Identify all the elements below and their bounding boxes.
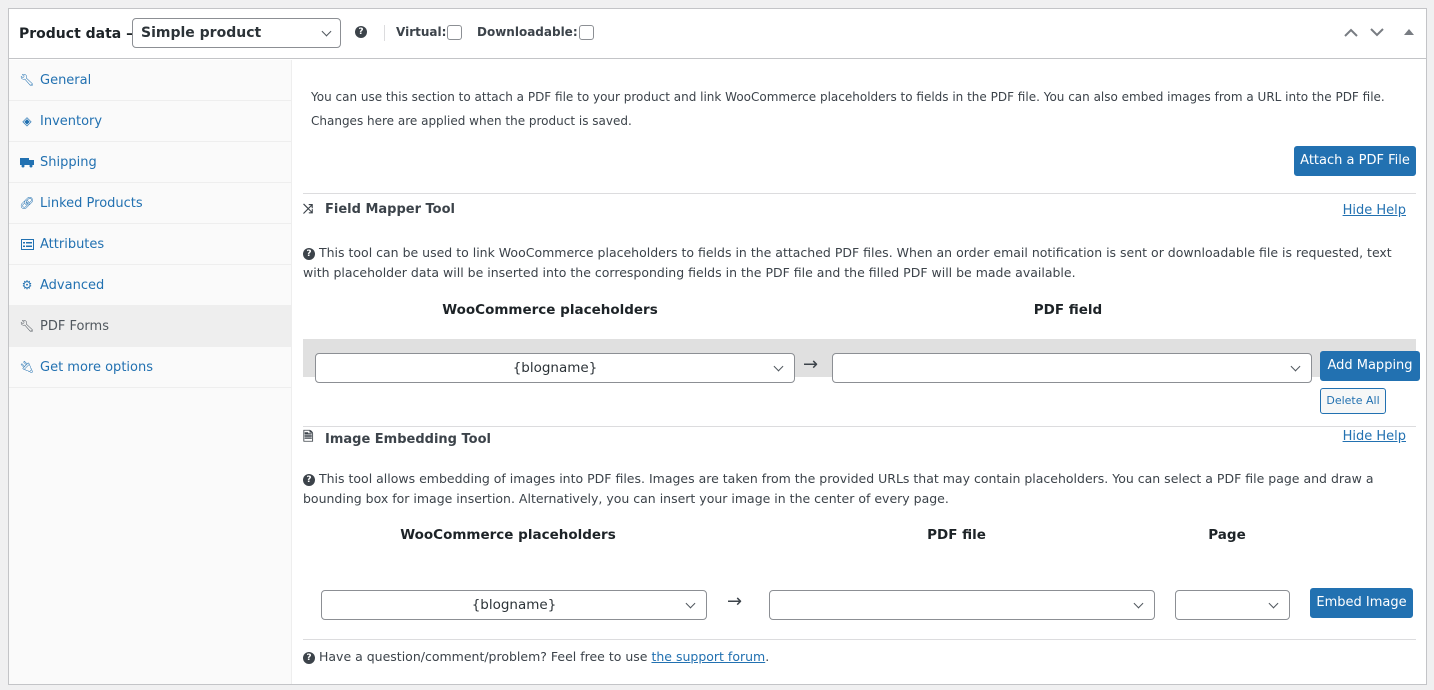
sidebar-item-label: Inventory	[40, 113, 103, 129]
product-type-value: Simple product	[141, 25, 262, 41]
sidebar-item-label: Advanced	[40, 277, 105, 293]
wrench-icon: 🔧︎	[19, 73, 35, 87]
delete-all-button[interactable]: Delete All	[1320, 388, 1386, 414]
col-header-pdf-file: PDF file	[927, 527, 986, 543]
product-data-panel: Product data — Simple product ? Virtual:…	[8, 8, 1427, 685]
truck-icon	[20, 155, 34, 169]
sidebar-item-label: Get more options	[40, 359, 153, 375]
product-data-tabs: 🔧︎ General ◈ Inventory Shipping 🔗︎ Linke…	[9, 60, 292, 684]
chevron-down-icon	[773, 361, 784, 372]
downloadable-option: Downloadable:	[477, 25, 594, 40]
document-icon: 🗎︎	[303, 430, 314, 445]
sidebar-item-label: Attributes	[40, 236, 105, 252]
page-select[interactable]	[1175, 590, 1290, 620]
move-down-icon[interactable]	[1370, 27, 1384, 37]
chevron-down-icon	[321, 26, 332, 37]
sidebar-item-label: PDF Forms	[40, 318, 109, 334]
hide-help-link[interactable]: Hide Help	[1343, 203, 1406, 218]
question-circle-icon: ?	[303, 473, 315, 486]
add-mapping-button[interactable]: Add Mapping	[1320, 351, 1420, 381]
sidebar-item-label: Shipping	[40, 154, 97, 170]
wrench-icon: 🔧︎	[19, 319, 35, 333]
chevron-down-icon	[685, 598, 696, 609]
move-up-icon[interactable]	[1344, 27, 1358, 37]
panel-header: Product data — Simple product ? Virtual:…	[9, 9, 1426, 59]
arrow-right-icon: →	[803, 354, 819, 375]
link-icon: 🔗︎	[19, 196, 35, 210]
divider	[384, 25, 385, 41]
list-icon	[20, 237, 34, 251]
help-text: This tool can be used to link WooCommerc…	[303, 245, 1392, 280]
question-circle-icon: ?	[303, 651, 315, 664]
sidebar-item-general[interactable]: 🔧︎ General	[9, 60, 291, 101]
pdf-file-select[interactable]	[769, 590, 1155, 620]
footer-end: .	[765, 649, 770, 664]
field-mapper-help: ? This tool can be used to link WooComme…	[303, 243, 1413, 283]
section-title-text: Image Embedding Tool	[325, 431, 491, 447]
select-value: {blogname}	[471, 597, 557, 613]
divider	[303, 426, 1416, 427]
virtual-checkbox[interactable]	[447, 25, 463, 40]
question-circle-icon: ?	[303, 247, 315, 260]
col-header-pdf-field: PDF field	[1033, 302, 1103, 318]
sidebar-item-pdf-forms[interactable]: 🔧︎ PDF Forms	[9, 306, 291, 347]
panel-title: Product data —	[19, 25, 141, 42]
col-header-page: Page	[1208, 527, 1246, 543]
sidebar-item-label: General	[40, 72, 92, 88]
placeholder-select[interactable]: {blogname}	[315, 353, 795, 383]
footer-text: Have a question/comment/problem? Feel fr…	[318, 649, 652, 664]
help-text: This tool allows embedding of images int…	[303, 471, 1374, 506]
image-embed-title: 🗎︎ Image Embedding Tool	[303, 428, 491, 450]
sidebar-item-inventory[interactable]: ◈ Inventory	[9, 101, 291, 142]
image-embed-help: ? This tool allows embedding of images i…	[303, 469, 1413, 509]
sidebar-item-shipping[interactable]: Shipping	[9, 142, 291, 183]
chevron-down-icon	[1290, 361, 1301, 372]
toggle-panel-icon[interactable]	[1404, 27, 1414, 37]
field-mapper-title: ⤨ Field Mapper Tool	[303, 202, 455, 217]
embed-image-button[interactable]: Embed Image	[1310, 588, 1413, 618]
hide-help-link[interactable]: Hide Help	[1343, 429, 1406, 444]
sidebar-item-label: Linked Products	[40, 195, 143, 211]
support-footer: ? Have a question/comment/problem? Feel …	[303, 649, 769, 664]
downloadable-label: Downloadable:	[477, 25, 578, 39]
gear-icon: ⚙	[21, 278, 33, 292]
pdf-forms-panel: You can use this section to attach a PDF…	[293, 60, 1426, 684]
sidebar-item-advanced[interactable]: ⚙ Advanced	[9, 265, 291, 306]
product-type-select[interactable]: Simple product	[132, 18, 341, 48]
plugin-icon: 🔌︎	[19, 360, 35, 374]
col-header-placeholders: WooCommerce placeholders	[400, 527, 616, 543]
image-placeholder-select[interactable]: {blogname}	[321, 590, 707, 620]
arrow-right-icon: →	[727, 591, 743, 612]
sidebar-item-linked-products[interactable]: 🔗︎ Linked Products	[9, 183, 291, 224]
chevron-down-icon	[1133, 598, 1144, 609]
sidebar-item-get-more-options[interactable]: 🔌︎ Get more options	[9, 347, 291, 388]
intro-text: You can use this section to attach a PDF…	[311, 90, 1385, 128]
chevron-down-icon	[1268, 598, 1279, 609]
pdf-field-select[interactable]	[832, 353, 1312, 383]
attach-pdf-button[interactable]: Attach a PDF File	[1294, 146, 1416, 176]
downloadable-checkbox[interactable]	[578, 25, 594, 40]
section-title-text: Field Mapper Tool	[325, 202, 455, 217]
shuffle-icon: ⤨	[303, 202, 314, 217]
sidebar-item-attributes[interactable]: Attributes	[9, 224, 291, 265]
select-value: {blogname}	[512, 360, 598, 376]
divider	[303, 639, 1416, 640]
support-forum-link[interactable]: the support forum	[651, 649, 765, 664]
tag-icon: ◈	[22, 114, 32, 128]
virtual-label: Virtual:	[396, 25, 447, 39]
divider	[303, 193, 1416, 194]
question-circle-icon[interactable]: ?	[355, 26, 367, 38]
col-header-placeholders: WooCommerce placeholders	[442, 302, 658, 318]
virtual-option: Virtual:	[396, 25, 463, 40]
